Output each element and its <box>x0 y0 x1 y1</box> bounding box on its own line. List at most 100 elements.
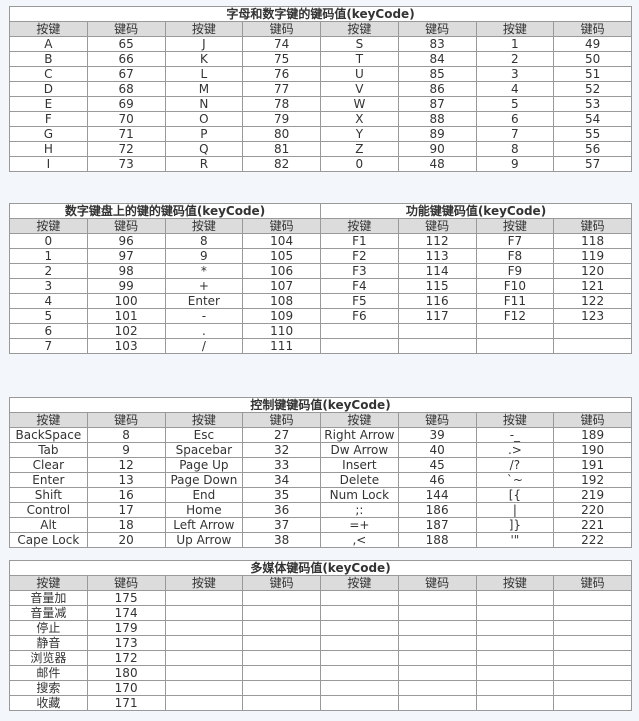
key-code-cell: 84 <box>397 51 477 67</box>
key-name-cell <box>164 665 244 681</box>
column-header-code: 键码 <box>242 218 321 234</box>
key-name-cell: Enter <box>164 293 244 309</box>
key-name-cell: /? <box>475 457 555 473</box>
table-row: Enter 13 Page Down 34 Delete 46 `~ 192 <box>9 472 632 488</box>
key-name-cell: A <box>9 36 88 52</box>
key-code-cell: 74 <box>242 36 321 52</box>
column-header-code: 键码 <box>86 412 166 428</box>
key-name-cell: 0 <box>9 233 88 249</box>
key-name-cell: 4 <box>9 293 88 309</box>
table-row: 3 99 +107 F4 115 F10 121 <box>9 278 632 294</box>
key-code-cell: 107 <box>242 278 321 294</box>
key-code-cell: 122 <box>553 293 632 309</box>
key-name-cell: Shift <box>9 487 88 503</box>
key-name-cell: -_ <box>475 427 555 443</box>
key-name-cell: K <box>164 51 244 67</box>
table-row: BackSpace 8 Esc 27 Right Arrow 39 -_ 189 <box>9 427 632 443</box>
key-name-cell: Left Arrow <box>164 517 244 533</box>
key-name-cell <box>320 665 399 681</box>
key-name-cell: Control <box>9 502 88 518</box>
key-code-cell <box>242 620 321 636</box>
key-code-cell: 46 <box>397 472 477 488</box>
table-row: 浏览器 172 <box>9 650 632 666</box>
key-code-cell: 52 <box>553 81 632 97</box>
column-header-code: 键码 <box>397 575 477 591</box>
key-name-cell: 8 <box>164 233 244 249</box>
key-name-cell <box>164 635 244 651</box>
key-code-cell: 110 <box>242 323 321 339</box>
key-code-cell: 172 <box>86 650 166 666</box>
key-code-cell <box>397 680 477 696</box>
key-name-cell <box>164 680 244 696</box>
key-code-cell: 118 <box>553 233 632 249</box>
key-code-cell: 39 <box>397 427 477 443</box>
key-name-cell: F1 <box>320 233 399 249</box>
key-code-cell: 33 <box>242 457 321 473</box>
column-header-key: 按键 <box>475 412 555 428</box>
key-code-cell: 102 <box>86 323 166 339</box>
key-name-cell: Alt <box>9 517 88 533</box>
key-code-cell: 111 <box>242 338 321 354</box>
key-code-cell: 27 <box>242 427 321 443</box>
key-code-cell <box>397 665 477 681</box>
table-row: 静音 173 <box>9 635 632 651</box>
column-header-key: 按键 <box>9 575 88 591</box>
key-name-cell: E <box>9 96 88 112</box>
key-name-cell: 1 <box>475 36 555 52</box>
key-name-cell: End <box>164 487 244 503</box>
key-name-cell: Tab <box>9 442 88 458</box>
key-code-cell: 188 <box>397 532 477 548</box>
key-code-cell: 36 <box>242 502 321 518</box>
key-code-cell <box>397 620 477 636</box>
key-name-cell: Dw Arrow <box>320 442 399 458</box>
key-name-cell: J <box>164 36 244 52</box>
key-code-cell: 85 <box>397 66 477 82</box>
key-code-cell: 219 <box>553 487 632 503</box>
key-code-cell: 190 <box>553 442 632 458</box>
key-name-cell <box>320 695 399 711</box>
key-code-cell: 175 <box>86 590 166 606</box>
column-header-key: 按键 <box>164 218 244 234</box>
table-row: 音量减 174 <box>9 605 632 621</box>
key-code-cell: 101 <box>86 308 166 324</box>
key-name-cell: F5 <box>320 293 399 309</box>
column-header-code: 键码 <box>397 218 477 234</box>
table-row: 6 102. 110 <box>9 323 632 339</box>
key-name-cell <box>475 323 555 339</box>
key-name-cell <box>320 590 399 606</box>
key-code-cell: 108 <box>242 293 321 309</box>
key-code-cell <box>553 695 632 711</box>
key-name-cell: W <box>320 96 399 112</box>
key-code-cell: 98 <box>86 263 166 279</box>
key-code-cell: 192 <box>553 472 632 488</box>
key-code-cell: 48 <box>397 156 477 172</box>
key-name-cell: F10 <box>475 278 555 294</box>
column-header-key: 按键 <box>9 21 88 37</box>
table-row: Tab 9 Spacebar 32 Dw Arrow 40 .> 190 <box>9 442 632 458</box>
key-name-cell: I <box>9 156 88 172</box>
key-code-cell <box>397 323 477 339</box>
key-name-cell: U <box>320 66 399 82</box>
key-code-cell: 51 <box>553 66 632 82</box>
key-code-cell <box>553 680 632 696</box>
key-name-cell <box>320 650 399 666</box>
key-code-cell: 114 <box>397 263 477 279</box>
key-code-cell: 80 <box>242 126 321 142</box>
key-name-cell: 8 <box>475 141 555 157</box>
key-code-cell: 173 <box>86 635 166 651</box>
table-row: 7 103/111 <box>9 338 632 354</box>
key-code-cell: 221 <box>553 517 632 533</box>
key-code-cell <box>553 590 632 606</box>
key-name-cell: Z <box>320 141 399 157</box>
key-name-cell: 6 <box>475 111 555 127</box>
key-name-cell: 3 <box>475 66 555 82</box>
header-row: 按键 键码 按键 键码 按键 键码 按键 键码 <box>9 575 632 591</box>
key-code-cell: 113 <box>397 248 477 264</box>
key-name-cell: Right Arrow <box>320 427 399 443</box>
key-code-cell: 8 <box>86 427 166 443</box>
table-row: 邮件 180 <box>9 665 632 681</box>
key-name-cell <box>475 680 555 696</box>
key-name-cell: L <box>164 66 244 82</box>
key-name-cell <box>475 620 555 636</box>
key-code-cell: 65 <box>86 36 166 52</box>
